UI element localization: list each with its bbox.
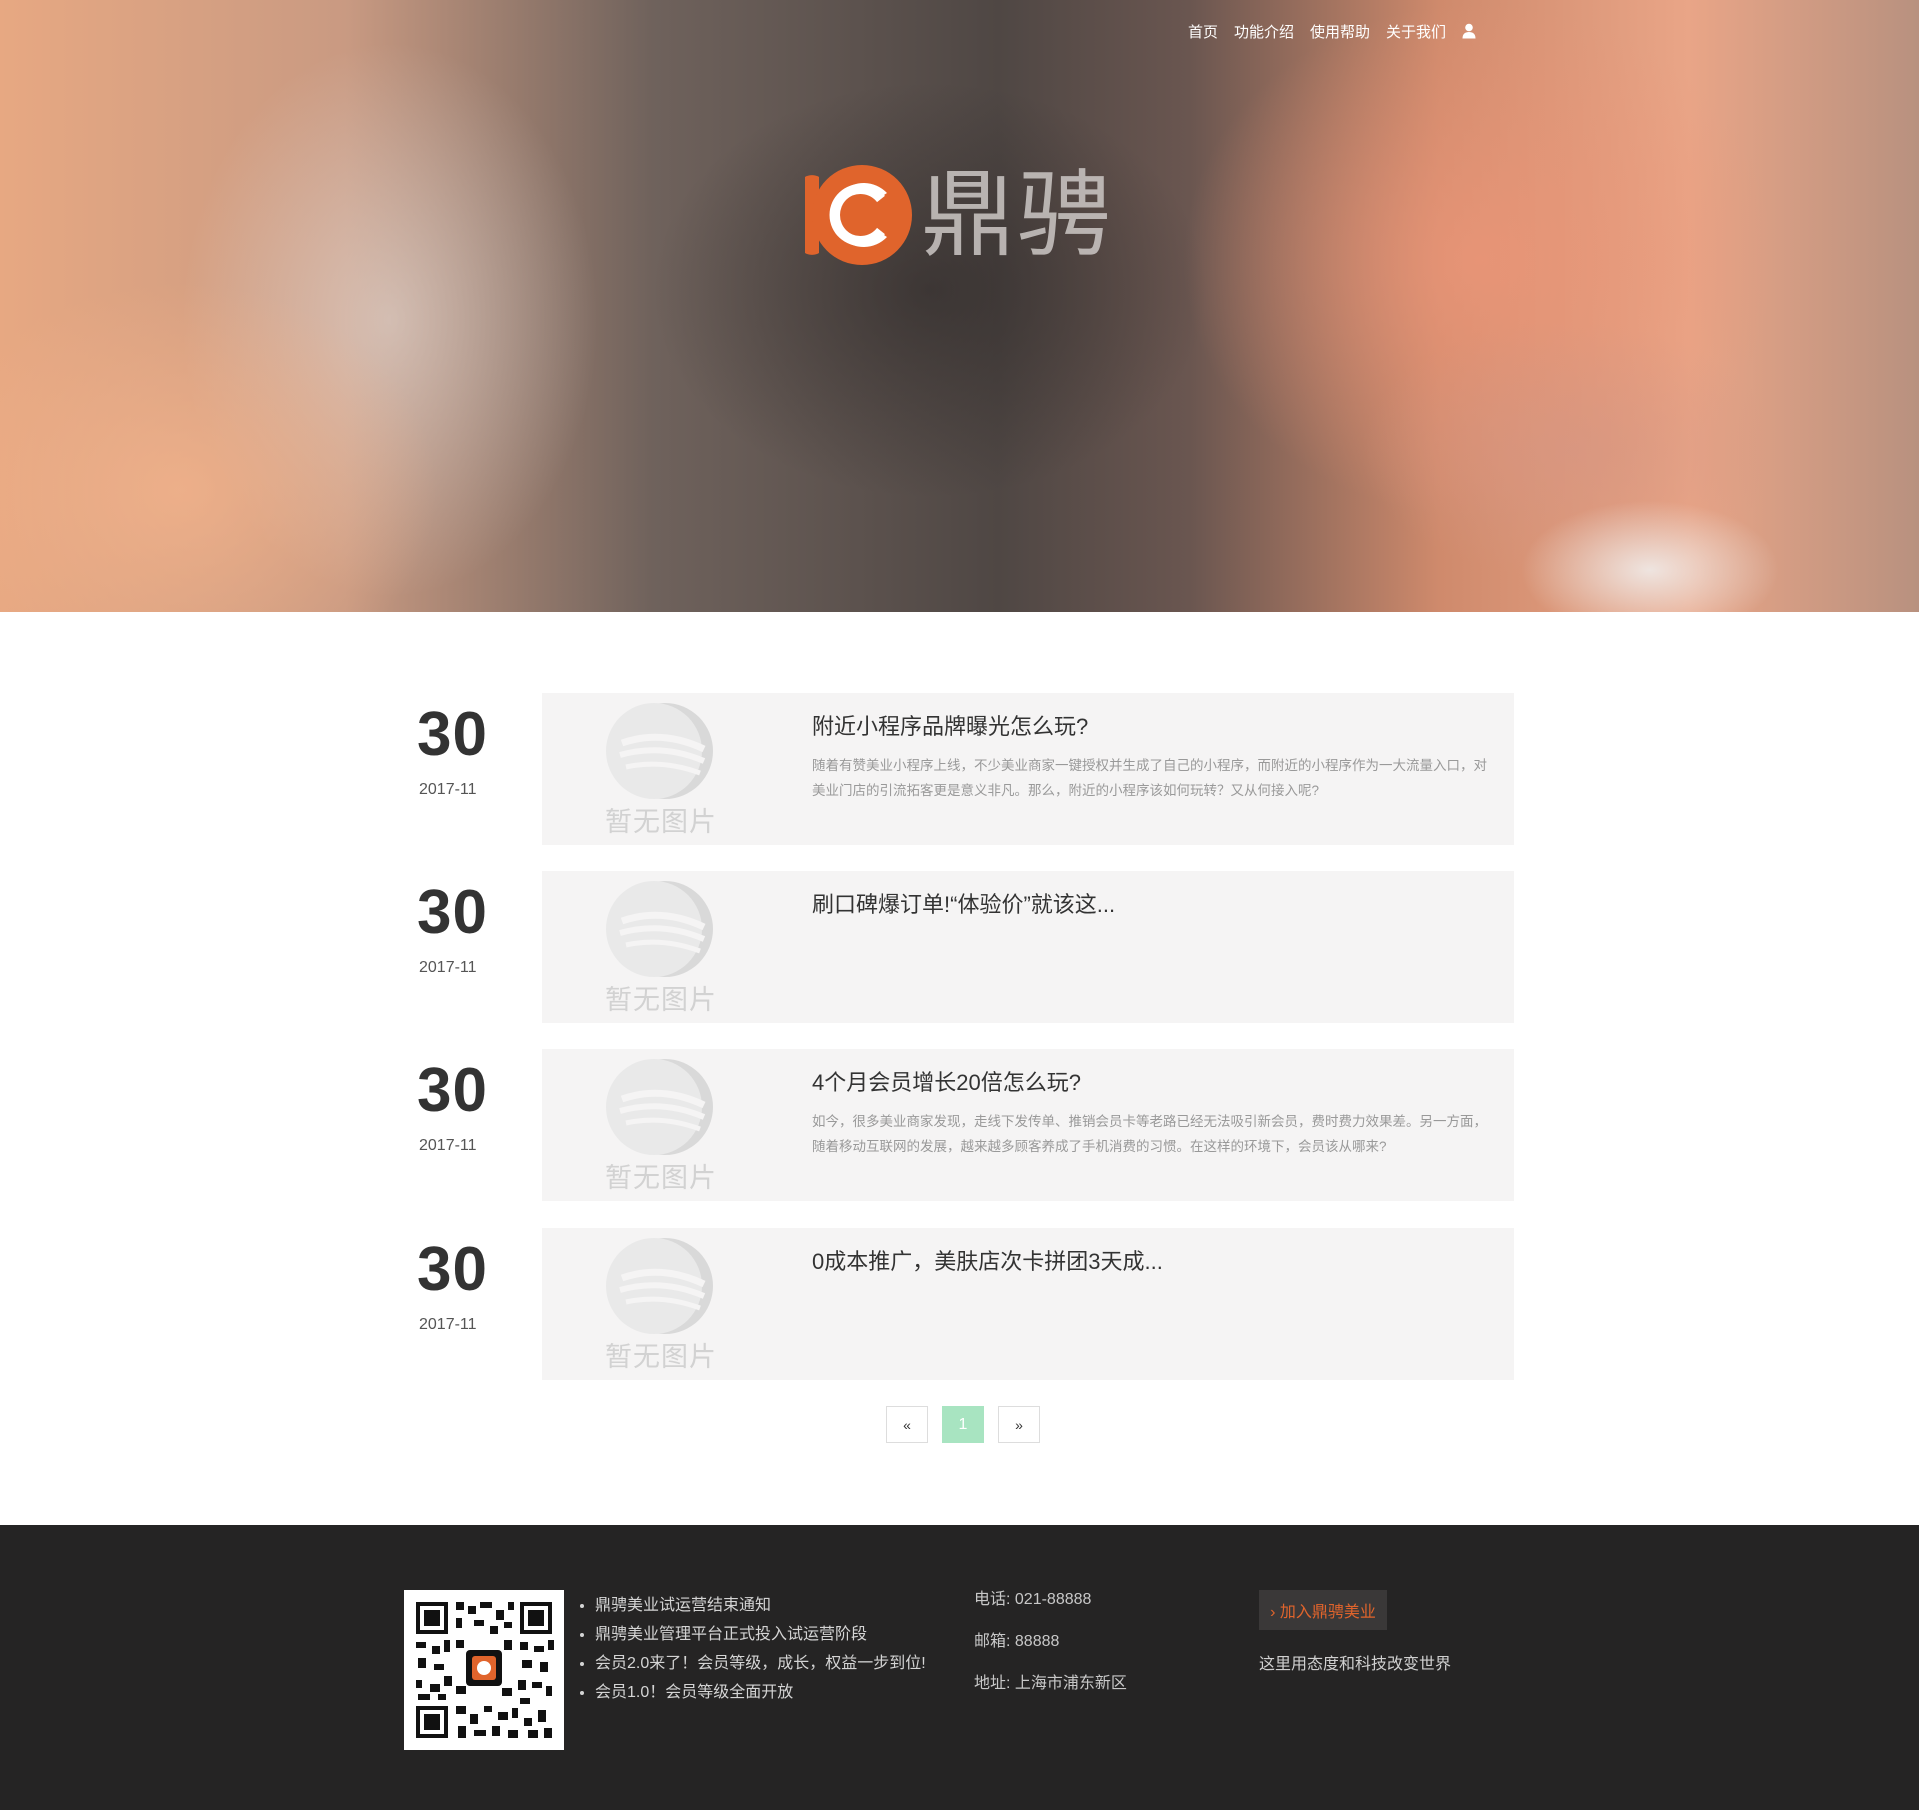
join-button[interactable]: › 加入鼎骋美业 [1259, 1590, 1387, 1630]
date-day: 30 [417, 1235, 488, 1304]
article-description: 如今，很多美业商家发现，走线下发传单、推销会员卡等老路已经无法吸引新会员，费时费… [812, 1114, 1487, 1154]
article-item[interactable]: 30 2017-11 暂无图片 刷口碑爆订单!“体验价”就该这... [417, 871, 1514, 1023]
article-title[interactable]: 附近小程序品牌曝光怎么玩? [812, 709, 1088, 741]
footer: 鼎骋美业试运营结束通知 鼎骋美业管理平台正式投入试运营阶段 会员2.0来了！会员… [0, 1525, 1919, 1810]
nav-item-help[interactable]: 使用帮助 [1310, 21, 1370, 42]
placeholder-thumbnail: 暂无图片 [592, 693, 742, 845]
placeholder-thumbnail: 暂无图片 [592, 871, 742, 1023]
date-year-month: 2017-11 [419, 959, 477, 976]
article-card[interactable]: 暂无图片 4个月会员增长20倍怎么玩? 如今，很多美业商家发现，走线下发传单、推… [542, 1049, 1514, 1201]
page-1-button[interactable]: 1 [942, 1406, 984, 1443]
no-image-caption: 暂无图片 [605, 1342, 717, 1372]
contact-phone: 电话: 021-88888 [974, 1591, 1092, 1608]
brand-logo-icon [805, 165, 912, 265]
no-image-caption: 暂无图片 [605, 1163, 717, 1193]
article-title[interactable]: 刷口碑爆订单!“体验价”就该这... [812, 887, 1115, 919]
date-year-month: 2017-11 [419, 781, 477, 798]
contact-address: 地址: 上海市浦东新区 [974, 1675, 1127, 1692]
date-day: 30 [417, 700, 488, 769]
footer-slogan: 这里用态度和科技改变世界 [1259, 1656, 1452, 1673]
article-description: 随着有赞美业小程序上线，不少美业商家一键授权并生成了自己的小程序，而附近的小程序… [812, 758, 1487, 798]
article-item[interactable]: 30 2017-11 暂无图片 附近小程序品牌曝光怎么玩? 随着有赞美业小程序上… [417, 693, 1514, 845]
qr-code [404, 1590, 564, 1750]
date-year-month: 2017-11 [419, 1316, 477, 1333]
date-year-month: 2017-11 [419, 1137, 477, 1154]
nav-item-home[interactable]: 首页 [1188, 21, 1218, 42]
user-icon[interactable] [1462, 23, 1476, 39]
qr-code-icon [404, 1590, 564, 1750]
article-card[interactable]: 暂无图片 0成本推广，美肤店次卡拼团3天成... [542, 1228, 1514, 1380]
article-title[interactable]: 0成本推广，美肤店次卡拼团3天成... [812, 1244, 1163, 1276]
date-day: 30 [417, 878, 488, 947]
pagination: « 1 » [886, 1406, 1040, 1443]
article-date: 30 2017-11 [417, 1059, 547, 1155]
notice-item[interactable]: 会员2.0来了！会员等级，成长，权益一步到位! [595, 1649, 926, 1678]
contact-email: 邮箱: 88888 [974, 1633, 1060, 1650]
nav-item-about[interactable]: 关于我们 [1386, 21, 1446, 42]
prev-page-button[interactable]: « [886, 1406, 928, 1443]
brand-logo: 鼎骋 [795, 155, 1125, 275]
article-date: 30 2017-11 [417, 703, 547, 799]
top-navigation: 首页 功能介绍 使用帮助 关于我们 [1188, 19, 1476, 43]
contact-info: 电话: 021-88888 邮箱: 88888 地址: 上海市浦东新区 [974, 1589, 1127, 1715]
article-title[interactable]: 4个月会员增长20倍怎么玩? [812, 1065, 1081, 1097]
notice-item[interactable]: 鼎骋美业试运营结束通知 [595, 1591, 926, 1620]
article-date: 30 2017-11 [417, 1238, 547, 1334]
article-card[interactable]: 暂无图片 附近小程序品牌曝光怎么玩? 随着有赞美业小程序上线，不少美业商家一键授… [542, 693, 1514, 845]
article-date: 30 2017-11 [417, 881, 547, 977]
brand-name: 鼎骋 [921, 162, 1114, 267]
notice-item[interactable]: 会员1.0！会员等级全面开放 [595, 1678, 926, 1707]
notice-item[interactable]: 鼎骋美业管理平台正式投入试运营阶段 [595, 1620, 926, 1649]
nav-item-features[interactable]: 功能介绍 [1234, 21, 1294, 42]
article-card[interactable]: 暂无图片 刷口碑爆订单!“体验价”就该这... [542, 871, 1514, 1023]
next-page-button[interactable]: » [998, 1406, 1040, 1443]
no-image-caption: 暂无图片 [605, 807, 717, 837]
date-day: 30 [417, 1056, 488, 1125]
notice-list: 鼎骋美业试运营结束通知 鼎骋美业管理平台正式投入试运营阶段 会员2.0来了！会员… [575, 1591, 926, 1707]
article-item[interactable]: 30 2017-11 暂无图片 0成本推广，美肤店次卡拼团3天成... [417, 1228, 1514, 1380]
no-image-caption: 暂无图片 [605, 985, 717, 1015]
placeholder-thumbnail: 暂无图片 [592, 1049, 742, 1201]
article-item[interactable]: 30 2017-11 暂无图片 4个月会员增长20倍怎么玩? 如今，很多美业商家… [417, 1049, 1514, 1201]
placeholder-thumbnail: 暂无图片 [592, 1228, 742, 1380]
hero-banner: 首页 功能介绍 使用帮助 关于我们 鼎骋 [0, 0, 1919, 612]
